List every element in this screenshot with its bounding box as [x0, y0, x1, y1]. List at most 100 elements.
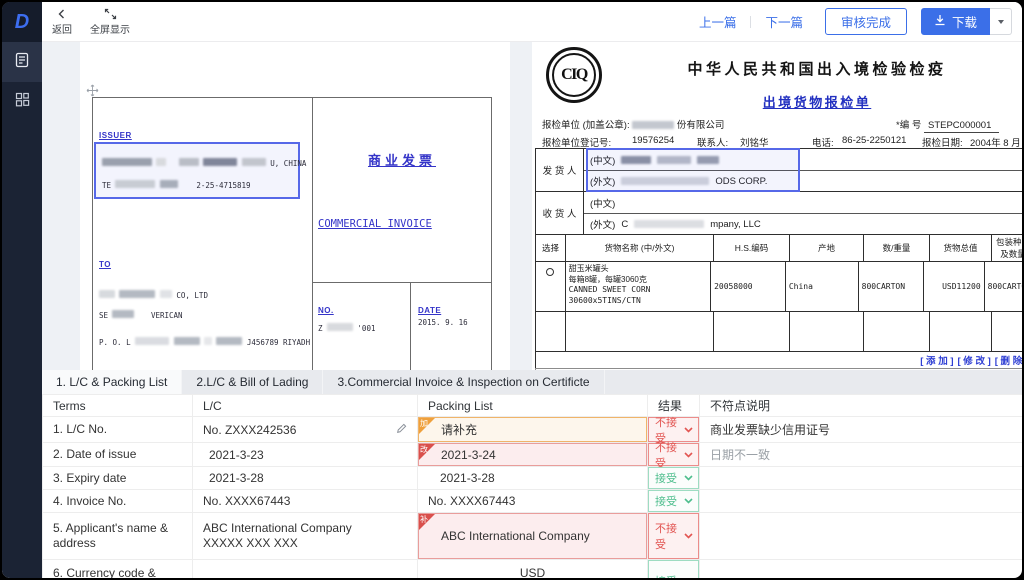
- chevron-down-icon: [684, 449, 693, 461]
- lc-value-cell: 2021-3-23: [209, 447, 264, 462]
- result-dropdown[interactable]: 接受: [648, 560, 699, 578]
- download-split-button: 下载: [920, 8, 1012, 35]
- form-title: 中华人民共和国出入境检验检疫: [687, 61, 947, 78]
- packing-list-cell: 补 ABC International Company: [418, 513, 647, 559]
- goods-package: 800CARTON: [987, 282, 1022, 291]
- invoice-title-en: COMMERCIAL INVOICE: [318, 218, 432, 230]
- goods-quantity: 800CARTON: [859, 262, 924, 311]
- to-line3: P. O. L J456789 RIYADH: [99, 336, 311, 347]
- prev-doc-link[interactable]: 上一篇: [699, 12, 737, 31]
- packing-list-cell: USD 560,000: [519, 566, 546, 580]
- badge-add-icon: 加: [419, 418, 435, 434]
- table-row: 4. Invoice No. No. XXXX67443 No. XXXX674…: [42, 489, 1022, 513]
- lc-value-cell: ABC International Company XXXXX XXX XXX: [203, 521, 352, 550]
- term-cell: 2. Date of issue: [42, 442, 193, 467]
- result-dropdown[interactable]: 不接受: [648, 513, 699, 559]
- term-cell: 4. Invoice No.: [42, 489, 193, 513]
- comparison-tabs: 1. L/C & Packing List 2.L/C & Bill of La…: [42, 370, 1022, 394]
- grid-icon: [15, 92, 30, 112]
- download-label: 下载: [951, 16, 977, 30]
- discrepancy-note-cell[interactable]: 日期不一致: [700, 443, 1022, 466]
- sidebar: D: [2, 2, 42, 578]
- term-cell: 6. Currency code & amount: [42, 559, 193, 578]
- consignee-row: 收 货 人 (中文) (外文) C mpany, LLC: [535, 191, 1022, 234]
- goods-header-row: 选择 货物名称 (中/外文) H.S.编码 产地 数/重量 货物总值 包装种类及…: [535, 234, 1022, 261]
- lc-value-cell: [193, 560, 417, 578]
- fullscreen-button[interactable]: 全屏显示: [90, 8, 130, 36]
- result-dropdown[interactable]: 接受: [648, 490, 699, 512]
- topbar: 返回 全屏显示 上一篇 下一篇 审核完成 下载: [42, 2, 1022, 42]
- discrepancy-note-cell[interactable]: [700, 560, 1022, 578]
- term-cell: 5. Applicant's name & address: [42, 512, 193, 560]
- discrepancy-note-cell[interactable]: [700, 467, 1022, 489]
- tab-lc-packing-list[interactable]: 1. L/C & Packing List: [42, 370, 183, 394]
- consignor-label: 发 货 人: [536, 149, 584, 191]
- contact-label: 联系人:: [697, 138, 729, 149]
- invoice-date-value: 2015. 9. 16: [418, 318, 468, 327]
- download-dropdown-button[interactable]: [990, 8, 1012, 35]
- invoice-vline2: [410, 282, 411, 370]
- discrepancy-note-cell[interactable]: 商业发票缺少信用证号: [700, 417, 1022, 442]
- download-button[interactable]: 下载: [920, 8, 990, 35]
- tab-lc-bill-of-lading[interactable]: 2.L/C & Bill of Lading: [182, 370, 324, 394]
- tab-invoice-inspection[interactable]: 3.Commercial Invoice & Inspection on Cer…: [323, 370, 605, 394]
- to-label: TO: [99, 260, 111, 269]
- ciq-logo: CIQ: [546, 47, 602, 103]
- fullscreen-icon: [104, 8, 117, 20]
- discrepancy-note-cell[interactable]: [700, 490, 1022, 512]
- goods-origin: China: [786, 262, 859, 311]
- download-icon: [934, 14, 946, 29]
- result-dropdown[interactable]: 接受: [648, 467, 699, 489]
- table-row: 1. L/C No. No. ZXXX242536 加 请补充 不接受 商业发票…: [42, 416, 1022, 445]
- unit-row: 报检单位 (加盖公章): 份有限公司: [542, 120, 725, 131]
- invoice-no-label: NO.: [318, 306, 334, 315]
- to-line2: SE VERICAN: [99, 309, 183, 320]
- next-doc-link[interactable]: 下一篇: [765, 12, 803, 31]
- form-subtitle: 出境货物报检单: [762, 95, 872, 110]
- invoice-page-border: [92, 97, 492, 370]
- term-cell: 1. L/C No.: [42, 416, 193, 443]
- table-row: 3. Expiry date 2021-3-28 2021-3-28 接受: [42, 466, 1022, 490]
- consignee-cn: (中文): [590, 198, 616, 210]
- consignee-en: (外文) C mpany, LLC: [584, 213, 1022, 234]
- discrepancy-note-cell[interactable]: [700, 513, 1022, 559]
- comparison-section: 1. L/C & Packing List 2.L/C & Bill of La…: [42, 370, 1022, 580]
- lc-value-cell: 2021-3-28: [209, 471, 264, 485]
- caret-down-icon: [997, 19, 1004, 24]
- sidebar-item-documents[interactable]: [2, 42, 42, 82]
- phone-value: 86-25-2250121: [842, 135, 907, 146]
- invoice-title-cn: 商业发票: [367, 153, 436, 168]
- invoice-divider: [312, 97, 313, 370]
- form-table: 发 货 人 (中文) (外文) ODS CORP. 收 货 人 (中文) (外文…: [535, 148, 1023, 370]
- table-header-row: Terms L/C Packing List 结果 不符点说明: [42, 394, 1022, 417]
- result-dropdown[interactable]: 不接受: [648, 442, 699, 470]
- table-row: 2. Date of issue 2021-3-23 改 2021-3-24 不…: [42, 442, 1022, 470]
- goods-empty-row: [535, 311, 1022, 351]
- to-line1: CO, LTD: [99, 285, 208, 303]
- insp-date-value: 2004年 8 月 20 日: [970, 138, 1022, 149]
- consignor-highlight-box[interactable]: [586, 148, 800, 192]
- delete-link: [ 删 除 ]: [994, 356, 1023, 367]
- modify-link: [ 修 改 ]: [957, 356, 991, 367]
- review-complete-button[interactable]: 审核完成: [824, 8, 907, 35]
- invoice-date-label: DATE: [418, 306, 442, 315]
- chevron-down-icon: [684, 424, 693, 436]
- invoice-preview-panel: ISSUER U, CHINA TE 2-25-4715819 TO CO, L…: [80, 42, 510, 370]
- comparison-table: Terms L/C Packing List 结果 不符点说明 1. L/C N…: [42, 394, 1022, 580]
- col-lc: L/C: [192, 394, 418, 417]
- add-link: [ 添 加 ]: [920, 356, 954, 367]
- reg-label: 报检单位登记号:: [542, 138, 612, 149]
- back-chevron-icon: [56, 8, 68, 20]
- edit-pencil-icon[interactable]: [396, 423, 407, 437]
- goods-radio[interactable]: [546, 268, 555, 276]
- issuer-label: ISSUER: [99, 131, 132, 140]
- goods-total-value: USD11200: [924, 262, 985, 311]
- back-label: 返回: [52, 24, 72, 36]
- serial-value: STEPC000001: [923, 120, 1000, 133]
- nav-divider: [750, 15, 752, 28]
- issuer-line2: TE 2-25-4715819: [102, 179, 251, 190]
- sidebar-item-apps[interactable]: [2, 82, 42, 122]
- back-button[interactable]: 返回: [52, 8, 72, 36]
- document-preview-area: ISSUER U, CHINA TE 2-25-4715819 TO CO, L…: [42, 42, 1023, 370]
- chevron-down-icon: [684, 495, 693, 507]
